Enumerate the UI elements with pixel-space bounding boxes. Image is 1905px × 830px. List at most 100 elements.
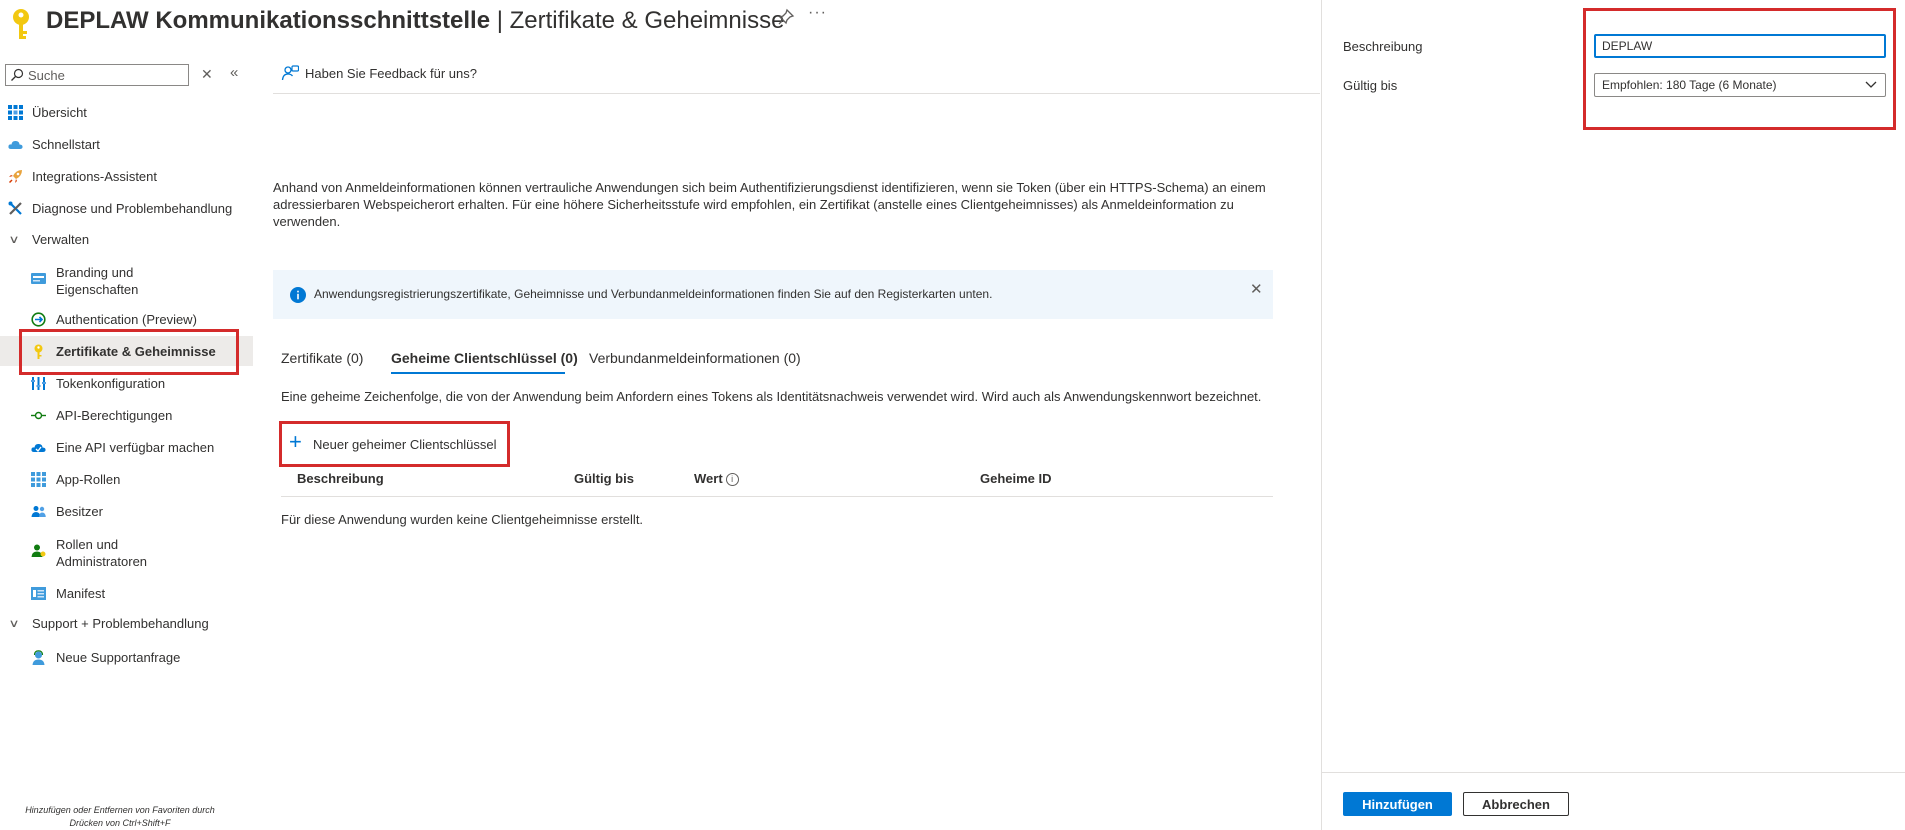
apps-icon bbox=[31, 472, 46, 487]
sidebar-item-neue-supportanfrage[interactable]: Neue Supportanfrage bbox=[0, 642, 253, 672]
title-separator: | bbox=[490, 7, 510, 34]
sidebar-item-label: API-Berechtigungen bbox=[56, 408, 173, 423]
chevron-down-icon bbox=[1865, 81, 1877, 88]
key-icon bbox=[13, 9, 29, 39]
sidebar-item-uebersicht[interactable]: Übersicht bbox=[0, 97, 253, 127]
sidebar-item-rollen-admins[interactable]: Rollen und Administratoren bbox=[0, 533, 253, 571]
people-icon bbox=[31, 506, 46, 517]
auth-icon bbox=[31, 312, 46, 327]
column-header-geheime-id[interactable]: Geheime ID bbox=[980, 471, 1052, 486]
info-text: Anwendungsregistrierungszertifikate, Geh… bbox=[314, 287, 993, 301]
credentials-description: Anhand von Anmeldeinformationen können v… bbox=[273, 180, 1266, 229]
tab-geheime-clientschluessel[interactable]: Geheime Clientschlüssel (0) bbox=[391, 350, 578, 366]
new-client-secret-button[interactable]: + Neuer geheimer Clientschlüssel bbox=[281, 424, 506, 462]
plus-icon: + bbox=[289, 429, 302, 454]
more-options-icon[interactable]: ··· bbox=[808, 4, 827, 22]
favorites-hint: Hinzufügen oder Entfernen von Favoriten … bbox=[5, 804, 235, 830]
search-input[interactable] bbox=[28, 66, 178, 84]
sidebar-item-schnellstart[interactable]: Schnellstart bbox=[0, 129, 253, 159]
admin-icon bbox=[31, 544, 46, 557]
sidebar-item-label: Eine API verfügbar machen bbox=[56, 440, 215, 455]
rocket-icon bbox=[8, 170, 22, 184]
cloud-expose-icon bbox=[31, 443, 46, 452]
sidebar-item-label: Authentication (Preview) bbox=[56, 312, 197, 327]
pin-icon[interactable] bbox=[777, 8, 795, 26]
column-header-gueltig-bis[interactable]: Gültig bis bbox=[574, 471, 634, 486]
chevron-down-icon: ∨ bbox=[8, 618, 20, 630]
expires-select[interactable]: Empfohlen: 180 Tage (6 Monate) bbox=[1594, 73, 1886, 97]
column-header-beschreibung[interactable]: Beschreibung bbox=[297, 471, 384, 486]
sidebar-item-api-berechtigungen[interactable]: API-Berechtigungen bbox=[0, 400, 253, 430]
card-icon bbox=[31, 273, 46, 284]
bars-icon bbox=[31, 377, 46, 390]
info-icon[interactable]: i bbox=[725, 473, 739, 486]
sidebar-item-integrations-assistent[interactable]: Integrations-Assistent bbox=[0, 161, 253, 191]
collapse-sidebar-icon[interactable]: « bbox=[230, 64, 238, 81]
sidebar-item-diagnose[interactable]: Diagnose und Problembehandlung bbox=[0, 193, 253, 223]
cancel-button[interactable]: Abbrechen bbox=[1463, 792, 1569, 816]
empty-state-text: Für diese Anwendung wurden keine Clientg… bbox=[281, 512, 644, 527]
description-label: Beschreibung bbox=[1343, 39, 1423, 54]
feedback-icon bbox=[281, 65, 299, 81]
sidebar-item-label: Neue Supportanfrage bbox=[56, 650, 181, 665]
divider bbox=[281, 496, 1273, 497]
cloud-icon bbox=[8, 140, 23, 149]
new-client-secret-label: Neuer geheimer Clientschlüssel bbox=[313, 437, 497, 452]
expires-label: Gültig bis bbox=[1343, 78, 1398, 93]
support-icon bbox=[32, 650, 45, 665]
grid-icon bbox=[8, 105, 23, 120]
sidebar-item-api-verfuegbar[interactable]: Eine API verfügbar machen bbox=[0, 432, 253, 462]
page-title: DEPLAW Kommunikationsschnittstelle | Zer… bbox=[46, 4, 784, 38]
sidebar-item-label: Schnellstart bbox=[32, 137, 100, 152]
sidebar-item-zertifikate[interactable]: Zertifikate & Geheimnisse bbox=[0, 336, 253, 366]
add-secret-panel bbox=[1321, 0, 1905, 830]
expires-select-value: Empfohlen: 180 Tage (6 Monate) bbox=[1602, 78, 1777, 92]
info-message-bar: Anwendungsregistrierungszertifikate, Geh… bbox=[273, 270, 1273, 319]
column-header-wert[interactable]: Wert i bbox=[694, 471, 739, 486]
app-name: DEPLAW Kommunikationsschnittstelle bbox=[46, 7, 491, 34]
sidebar-item-label: Zertifikate & Geheimnisse bbox=[56, 344, 216, 359]
sidebar-item-besitzer[interactable]: Besitzer bbox=[0, 496, 253, 526]
sidebar-group-label: Verwalten bbox=[32, 232, 90, 247]
description-input[interactable] bbox=[1602, 38, 1872, 54]
key-icon bbox=[34, 344, 43, 359]
sidebar-item-branding[interactable]: Branding und Eigenschaften bbox=[0, 261, 253, 299]
info-icon bbox=[290, 287, 306, 303]
sidebar-group-verwalten[interactable]: ∨ Verwalten bbox=[0, 224, 253, 254]
sidebar-item-label: Branding und Eigenschaften bbox=[56, 265, 139, 297]
sidebar-search[interactable] bbox=[5, 64, 189, 86]
page-name: Zertifikate & Geheimnisse bbox=[509, 7, 785, 34]
divider bbox=[273, 93, 1320, 94]
sidebar-item-label: Tokenkonfiguration bbox=[56, 376, 166, 391]
api-icon bbox=[31, 411, 46, 420]
secrets-description: Eine geheime Zeichenfolge, die von der A… bbox=[281, 389, 1262, 404]
divider bbox=[1321, 772, 1905, 773]
active-tab-indicator bbox=[391, 372, 565, 374]
wrench-icon bbox=[8, 201, 22, 215]
clear-search-icon[interactable]: ✕ bbox=[201, 66, 213, 83]
sidebar-item-tokenkonfiguration[interactable]: Tokenkonfiguration bbox=[0, 368, 253, 398]
tab-verbundanmeldeinformationen[interactable]: Verbundanmeldeinformationen (0) bbox=[589, 350, 801, 366]
sidebar-item-label: Integrations-Assistent bbox=[32, 169, 158, 184]
sidebar-item-label: App-Rollen bbox=[56, 472, 121, 487]
sidebar-group-label: Support + Problembehandlung bbox=[32, 616, 209, 631]
sidebar-item-label: Übersicht bbox=[32, 105, 87, 120]
sidebar-item-label: Diagnose und Problembehandlung bbox=[32, 201, 233, 216]
favorites-hint-line: Hinzufügen oder Entfernen von Favoriten … bbox=[25, 805, 215, 815]
description-field[interactable] bbox=[1594, 34, 1886, 58]
sidebar-item-authentication[interactable]: Authentication (Preview) bbox=[0, 304, 253, 334]
favorites-hint-line: Drücken von Ctrl+Shift+F bbox=[69, 818, 171, 828]
chevron-down-icon: ∨ bbox=[8, 234, 20, 246]
sidebar-group-support[interactable]: ∨ Support + Problembehandlung bbox=[0, 608, 253, 638]
sidebar-item-label: Rollen und Administratoren bbox=[56, 537, 148, 569]
sidebar-item-label: Besitzer bbox=[56, 504, 103, 519]
add-button[interactable]: Hinzufügen bbox=[1343, 792, 1452, 816]
tab-zertifikate[interactable]: Zertifikate (0) bbox=[281, 350, 363, 366]
column-header-label: Wert bbox=[694, 471, 723, 486]
sidebar-item-app-rollen[interactable]: App-Rollen bbox=[0, 464, 253, 494]
feedback-label: Haben Sie Feedback für uns? bbox=[305, 66, 477, 81]
close-icon[interactable]: ✕ bbox=[1250, 280, 1263, 298]
sidebar-item-label: Manifest bbox=[56, 586, 106, 601]
sidebar-item-manifest[interactable]: Manifest bbox=[0, 578, 253, 608]
manifest-icon bbox=[31, 587, 46, 600]
